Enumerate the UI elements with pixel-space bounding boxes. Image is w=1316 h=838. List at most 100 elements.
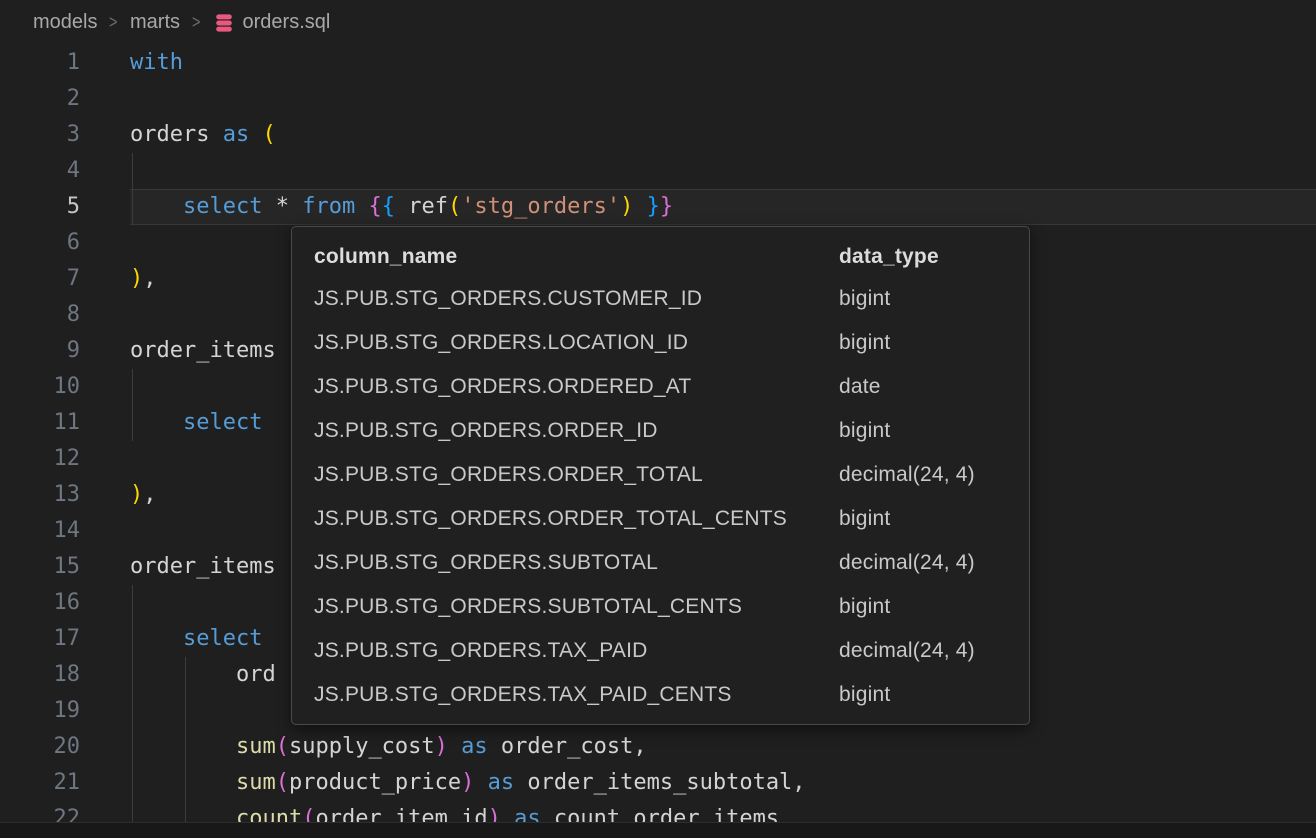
code-text: sum(supply_cost) as order_cost,: [130, 729, 1316, 765]
schema-data-type: decimal(24, 4): [839, 629, 1007, 673]
line-number[interactable]: 20: [0, 729, 130, 765]
code-line[interactable]: 20 sum(supply_cost) as order_cost,: [0, 729, 1316, 765]
code-token: ref: [395, 194, 448, 219]
schema-column-name: JS.PUB.STG_ORDERS.ORDERED_AT: [314, 365, 839, 409]
schema-data-type: date: [839, 365, 1007, 409]
schema-column-name: JS.PUB.STG_ORDERS.CUSTOMER_ID: [314, 277, 839, 321]
code-token: as: [488, 770, 515, 795]
indent-guide: [132, 693, 133, 729]
line-number[interactable]: 14: [0, 513, 130, 549]
hover-table-header: column_name data_type: [314, 237, 1007, 277]
code-token: order_items: [130, 338, 276, 363]
schema-data-type: bigint: [839, 277, 1007, 321]
code-token: product_price: [289, 770, 461, 795]
hover-header-data-type: data_type: [839, 237, 1007, 277]
code-token: as: [461, 734, 488, 759]
code-token: supply_cost: [289, 734, 435, 759]
panel-divider: [0, 822, 1316, 838]
code-token: with: [130, 50, 183, 75]
editor-window: models > marts > orders.sql 1with23order…: [0, 0, 1316, 838]
code-token: ): [130, 266, 143, 291]
code-token: {: [382, 194, 395, 219]
line-number[interactable]: 17: [0, 621, 130, 657]
indent-guide: [132, 657, 133, 693]
line-number[interactable]: 11: [0, 405, 130, 441]
code-token: select: [183, 410, 262, 435]
schema-row: JS.PUB.STG_ORDERS.CUSTOMER_IDbigint: [314, 277, 1007, 321]
schema-column-name: JS.PUB.STG_ORDERS.ORDER_TOTAL_CENTS: [314, 497, 839, 541]
line-number[interactable]: 9: [0, 333, 130, 369]
line-number[interactable]: 16: [0, 585, 130, 621]
line-number[interactable]: 2: [0, 81, 130, 117]
schema-data-type: bigint: [839, 673, 1007, 717]
code-token: ): [620, 194, 633, 219]
line-number[interactable]: 12: [0, 441, 130, 477]
line-number[interactable]: 7: [0, 261, 130, 297]
code-token: ,: [143, 482, 156, 507]
line-number[interactable]: 1: [0, 45, 130, 81]
code-line[interactable]: 5 select * from {{ ref('stg_orders') }}: [0, 189, 1316, 225]
code-token: ): [461, 770, 474, 795]
code-text: sum(product_price) as order_items_subtot…: [130, 765, 1316, 801]
code-token: }: [660, 194, 673, 219]
code-token: [249, 122, 262, 147]
code-token: sum: [236, 770, 276, 795]
line-number[interactable]: 15: [0, 549, 130, 585]
code-token: }: [647, 194, 660, 219]
code-token: select: [183, 194, 262, 219]
code-token: ,: [143, 266, 156, 291]
code-token: sum: [236, 734, 276, 759]
line-number[interactable]: 19: [0, 693, 130, 729]
line-number[interactable]: 4: [0, 153, 130, 189]
breadcrumb-separator-icon: >: [192, 12, 200, 33]
line-number[interactable]: 10: [0, 369, 130, 405]
breadcrumb-item-models[interactable]: models: [33, 11, 97, 34]
schema-data-type: bigint: [839, 409, 1007, 453]
hover-header-column-name: column_name: [314, 237, 839, 277]
indent-guide: [185, 729, 186, 765]
breadcrumb-item-file[interactable]: orders.sql: [213, 11, 331, 34]
line-number[interactable]: 18: [0, 657, 130, 693]
indent-guide: [132, 729, 133, 765]
code-token: [130, 194, 183, 219]
code-token: [355, 194, 368, 219]
code-line[interactable]: 21 sum(product_price) as order_items_sub…: [0, 765, 1316, 801]
schema-row: JS.PUB.STG_ORDERS.ORDER_IDbigint: [314, 409, 1007, 453]
line-number[interactable]: 8: [0, 297, 130, 333]
line-number[interactable]: 6: [0, 225, 130, 261]
schema-column-name: JS.PUB.STG_ORDERS.TAX_PAID: [314, 629, 839, 673]
code-line[interactable]: 4: [0, 153, 1316, 189]
code-line[interactable]: 1with: [0, 45, 1316, 81]
line-number[interactable]: 3: [0, 117, 130, 153]
code-line[interactable]: 3orders as (: [0, 117, 1316, 153]
line-number[interactable]: 5: [0, 189, 130, 225]
code-token: (: [276, 734, 289, 759]
indent-guide: [132, 153, 133, 189]
schema-column-name: JS.PUB.STG_ORDERS.LOCATION_ID: [314, 321, 839, 365]
breadcrumb-separator-icon: >: [110, 12, 118, 33]
schema-row: JS.PUB.STG_ORDERS.LOCATION_IDbigint: [314, 321, 1007, 365]
code-token: ord: [130, 662, 276, 687]
schema-data-type: bigint: [839, 497, 1007, 541]
breadcrumb-file-label: orders.sql: [243, 11, 331, 34]
schema-row: JS.PUB.STG_ORDERS.SUBTOTALdecimal(24, 4): [314, 541, 1007, 585]
schema-row: JS.PUB.STG_ORDERS.ORDER_TOTALdecimal(24,…: [314, 453, 1007, 497]
indent-guide: [132, 585, 133, 621]
code-text: orders as (: [130, 117, 1316, 153]
schema-data-type: decimal(24, 4): [839, 453, 1007, 497]
line-number[interactable]: 21: [0, 765, 130, 801]
code-line[interactable]: 2: [0, 81, 1316, 117]
hover-table-body: JS.PUB.STG_ORDERS.CUSTOMER_IDbigintJS.PU…: [314, 277, 1007, 717]
schema-row: JS.PUB.STG_ORDERS.ORDERED_ATdate: [314, 365, 1007, 409]
breadcrumb-item-marts[interactable]: marts: [130, 11, 180, 34]
schema-data-type: decimal(24, 4): [839, 541, 1007, 585]
code-token: {: [368, 194, 381, 219]
indent-guide: [132, 405, 133, 441]
line-number[interactable]: 13: [0, 477, 130, 513]
schema-row: JS.PUB.STG_ORDERS.TAX_PAIDdecimal(24, 4): [314, 629, 1007, 673]
code-token: order_cost,: [488, 734, 647, 759]
schema-column-name: JS.PUB.STG_ORDERS.SUBTOTAL_CENTS: [314, 585, 839, 629]
schema-column-name: JS.PUB.STG_ORDERS.SUBTOTAL: [314, 541, 839, 585]
code-token: [448, 734, 461, 759]
schema-row: JS.PUB.STG_ORDERS.TAX_PAID_CENTSbigint: [314, 673, 1007, 717]
